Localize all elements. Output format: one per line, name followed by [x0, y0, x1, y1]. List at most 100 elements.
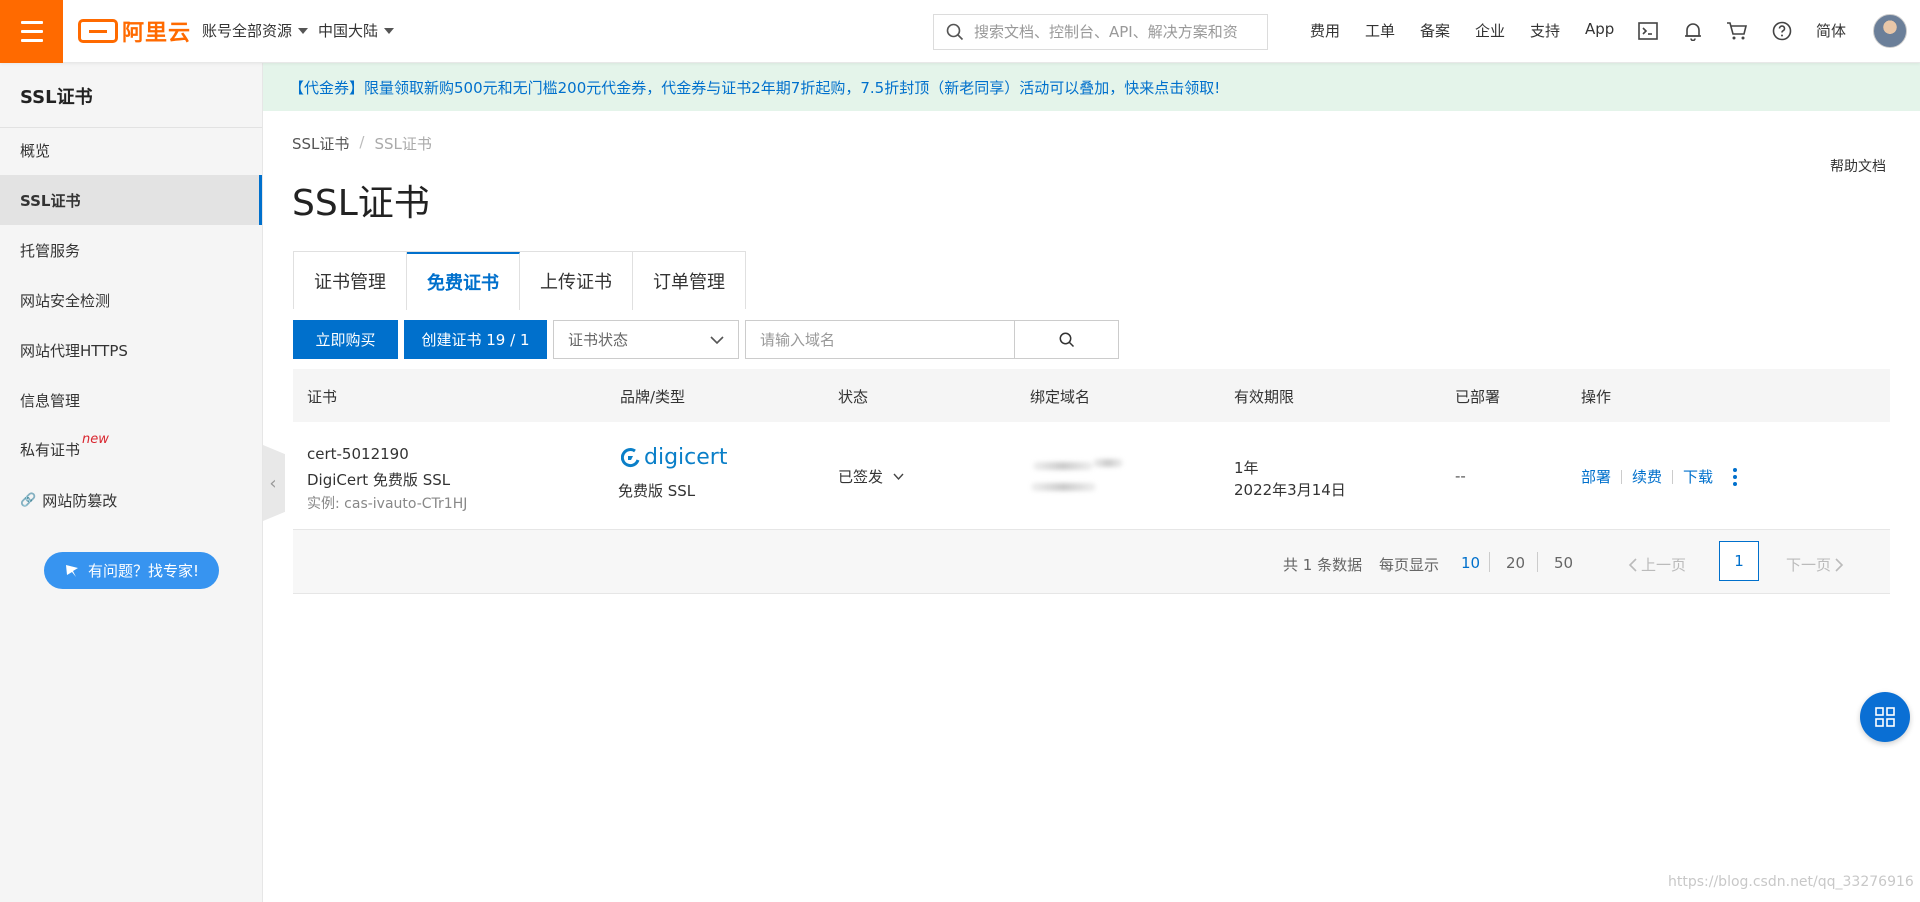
download-link[interactable]: 下载 [1683, 466, 1713, 487]
digicert-logo: digicert [621, 445, 727, 470]
sidebar-item-label: 网站代理HTTPS [20, 341, 128, 360]
blurred-domain-text [1093, 459, 1123, 467]
breadcrumb-item-ssl[interactable]: SSL证书 [292, 133, 349, 154]
tab-label: 订单管理 [653, 272, 725, 293]
chevron-left-icon: ‹ [269, 472, 277, 494]
cert-toolbar: 立即购买 创建证书 19 / 1 证书状态 [293, 320, 1119, 359]
search-icon [1059, 332, 1074, 347]
page-size-10[interactable]: 10 [1461, 554, 1480, 572]
nav-fees[interactable]: 费用 [1310, 20, 1340, 41]
nav-filing[interactable]: 备案 [1420, 20, 1450, 41]
chevron-right-icon [1835, 557, 1844, 572]
cert-status-select[interactable]: 证书状态 [553, 320, 739, 359]
column-header-domain: 绑定域名 [1030, 388, 1091, 406]
deployed-status: -- [1455, 467, 1466, 485]
floating-apps-button[interactable] [1860, 692, 1910, 742]
menu-button[interactable] [0, 0, 63, 63]
domain-search-button[interactable] [1015, 320, 1119, 359]
pagination: 共 1 条数据 每页显示 10 20 50 上一页 1 下一页 [293, 530, 1890, 594]
tab-upload-certificate[interactable]: 上传证书 [520, 252, 633, 310]
create-certificate-label: 创建证书 19 / 1 [421, 331, 530, 349]
page-size-20[interactable]: 20 [1506, 554, 1525, 572]
sidebar-item-tamper-protection[interactable]: 🔗 网站防篡改 [0, 475, 262, 525]
create-certificate-button[interactable]: 创建证书 19 / 1 [404, 320, 547, 359]
global-search[interactable] [933, 14, 1268, 50]
language-switch[interactable]: 简体 [1816, 20, 1846, 41]
top-bar: 阿里云 账号全部资源 中国大陆 费用 工单 备案 企业 支持 App 简体 [0, 0, 1920, 63]
page-title: SSL证书 [292, 183, 430, 224]
buy-now-button[interactable]: 立即购买 [293, 320, 398, 359]
digicert-logo-icon [621, 447, 640, 467]
deploy-link[interactable]: 部署 [1581, 466, 1611, 487]
nav-support[interactable]: 支持 [1530, 20, 1560, 41]
caret-down-icon [384, 27, 395, 34]
domain-search-input[interactable] [746, 321, 1014, 358]
terminal-icon[interactable] [1637, 20, 1659, 42]
sidebar-title: SSL证书 [20, 87, 93, 108]
user-avatar[interactable] [1873, 14, 1907, 48]
sidebar-collapse-handle[interactable]: ‹ [263, 445, 285, 521]
breadcrumb: SSL证书 / SSL证书 [292, 133, 432, 154]
help-circle-icon[interactable] [1771, 20, 1793, 42]
chevron-left-icon [1628, 557, 1637, 572]
table-header: 证书 品牌/类型 状态 绑定域名 有效期限 已部署 操作 [293, 369, 1890, 422]
tab-free-certificates[interactable]: 免费证书 [407, 252, 520, 310]
sidebar-item-site-security-check[interactable]: 网站安全检测 [0, 275, 262, 325]
help-docs-link[interactable]: 帮助文档 [1830, 156, 1886, 176]
tab-cert-management[interactable]: 证书管理 [294, 252, 407, 310]
account-resources-dropdown[interactable]: 账号全部资源 [202, 20, 309, 41]
cart-icon[interactable] [1726, 20, 1748, 42]
sidebar-item-info-management[interactable]: 信息管理 [0, 375, 262, 425]
sidebar-item-overview[interactable]: 概览 [0, 125, 262, 175]
row-actions: 部署 续费 下载 [1581, 466, 1738, 487]
column-header-validity: 有效期限 [1234, 388, 1295, 406]
breadcrumb-separator: / [359, 133, 365, 151]
brand-type: 免费版 SSL [618, 482, 696, 500]
sidebar-item-https-proxy[interactable]: 网站代理HTTPS [0, 325, 262, 375]
next-page-label: 下一页 [1786, 556, 1832, 574]
sidebar: SSL证书 概览 SSL证书 托管服务 网站安全检测 网站代理HTTPS 信息管… [0, 63, 263, 902]
column-header-actions: 操作 [1581, 388, 1612, 406]
current-page[interactable]: 1 [1719, 541, 1759, 581]
cert-status-select-value: 证书状态 [568, 331, 629, 349]
link-icon: 🔗 [20, 492, 37, 508]
global-search-input[interactable] [974, 23, 1264, 41]
status-label: 已签发 [838, 468, 884, 486]
domain-search-field[interactable] [745, 320, 1015, 359]
tab-order-management[interactable]: 订单管理 [633, 252, 745, 310]
sidebar-item-managed-service[interactable]: 托管服务 [0, 225, 262, 275]
column-header-status: 状态 [838, 388, 869, 406]
tab-label: 免费证书 [427, 273, 499, 294]
sidebar-item-label: 私有证书 [20, 440, 81, 459]
total-count: 共 1 条数据 [1283, 556, 1363, 574]
region-dropdown[interactable]: 中国大陆 [318, 20, 395, 41]
cert-id: cert-5012190 [307, 445, 409, 463]
nav-app[interactable]: App [1585, 20, 1614, 38]
more-actions-icon[interactable] [1733, 467, 1738, 486]
action-separator [1672, 469, 1674, 484]
chevron-down-icon [710, 335, 724, 344]
next-page-button[interactable]: 下一页 [1786, 554, 1844, 575]
current-page-number: 1 [1734, 552, 1744, 570]
aliyun-logo[interactable]: 阿里云 [78, 16, 191, 46]
status-dropdown[interactable]: 已签发 [838, 466, 904, 487]
promo-banner[interactable]: 【代金券】限量领取新购500元和无门槛200元代金券，代金券与证书2年期7折起购… [263, 63, 1920, 111]
page-size-separator [1537, 552, 1538, 572]
page-size-50[interactable]: 50 [1554, 554, 1573, 572]
bell-icon[interactable] [1682, 20, 1704, 42]
nav-enterprise[interactable]: 企业 [1475, 20, 1505, 41]
renew-link[interactable]: 续费 [1632, 466, 1662, 487]
prev-page-button[interactable]: 上一页 [1628, 554, 1686, 575]
sidebar-item-ssl-certificates[interactable]: SSL证书 [0, 175, 262, 225]
prev-page-label: 上一页 [1641, 556, 1687, 574]
cert-type: DigiCert 免费版 SSL [307, 471, 451, 489]
ask-expert-label: 有问题？找专家! [87, 562, 199, 580]
logo-text: 阿里云 [122, 21, 192, 46]
nav-tickets[interactable]: 工单 [1365, 20, 1395, 41]
validity-date: 2022年3月14日 [1234, 481, 1346, 499]
cert-instance: 实例: cas-ivauto-CTr1HJ [307, 496, 468, 512]
ask-expert-button[interactable]: 有问题？找专家! [44, 552, 219, 589]
menu-icon-line [20, 39, 43, 42]
digicert-logo-text: digicert [644, 445, 728, 470]
sidebar-item-private-cert[interactable]: 私有证书 new [0, 424, 262, 474]
